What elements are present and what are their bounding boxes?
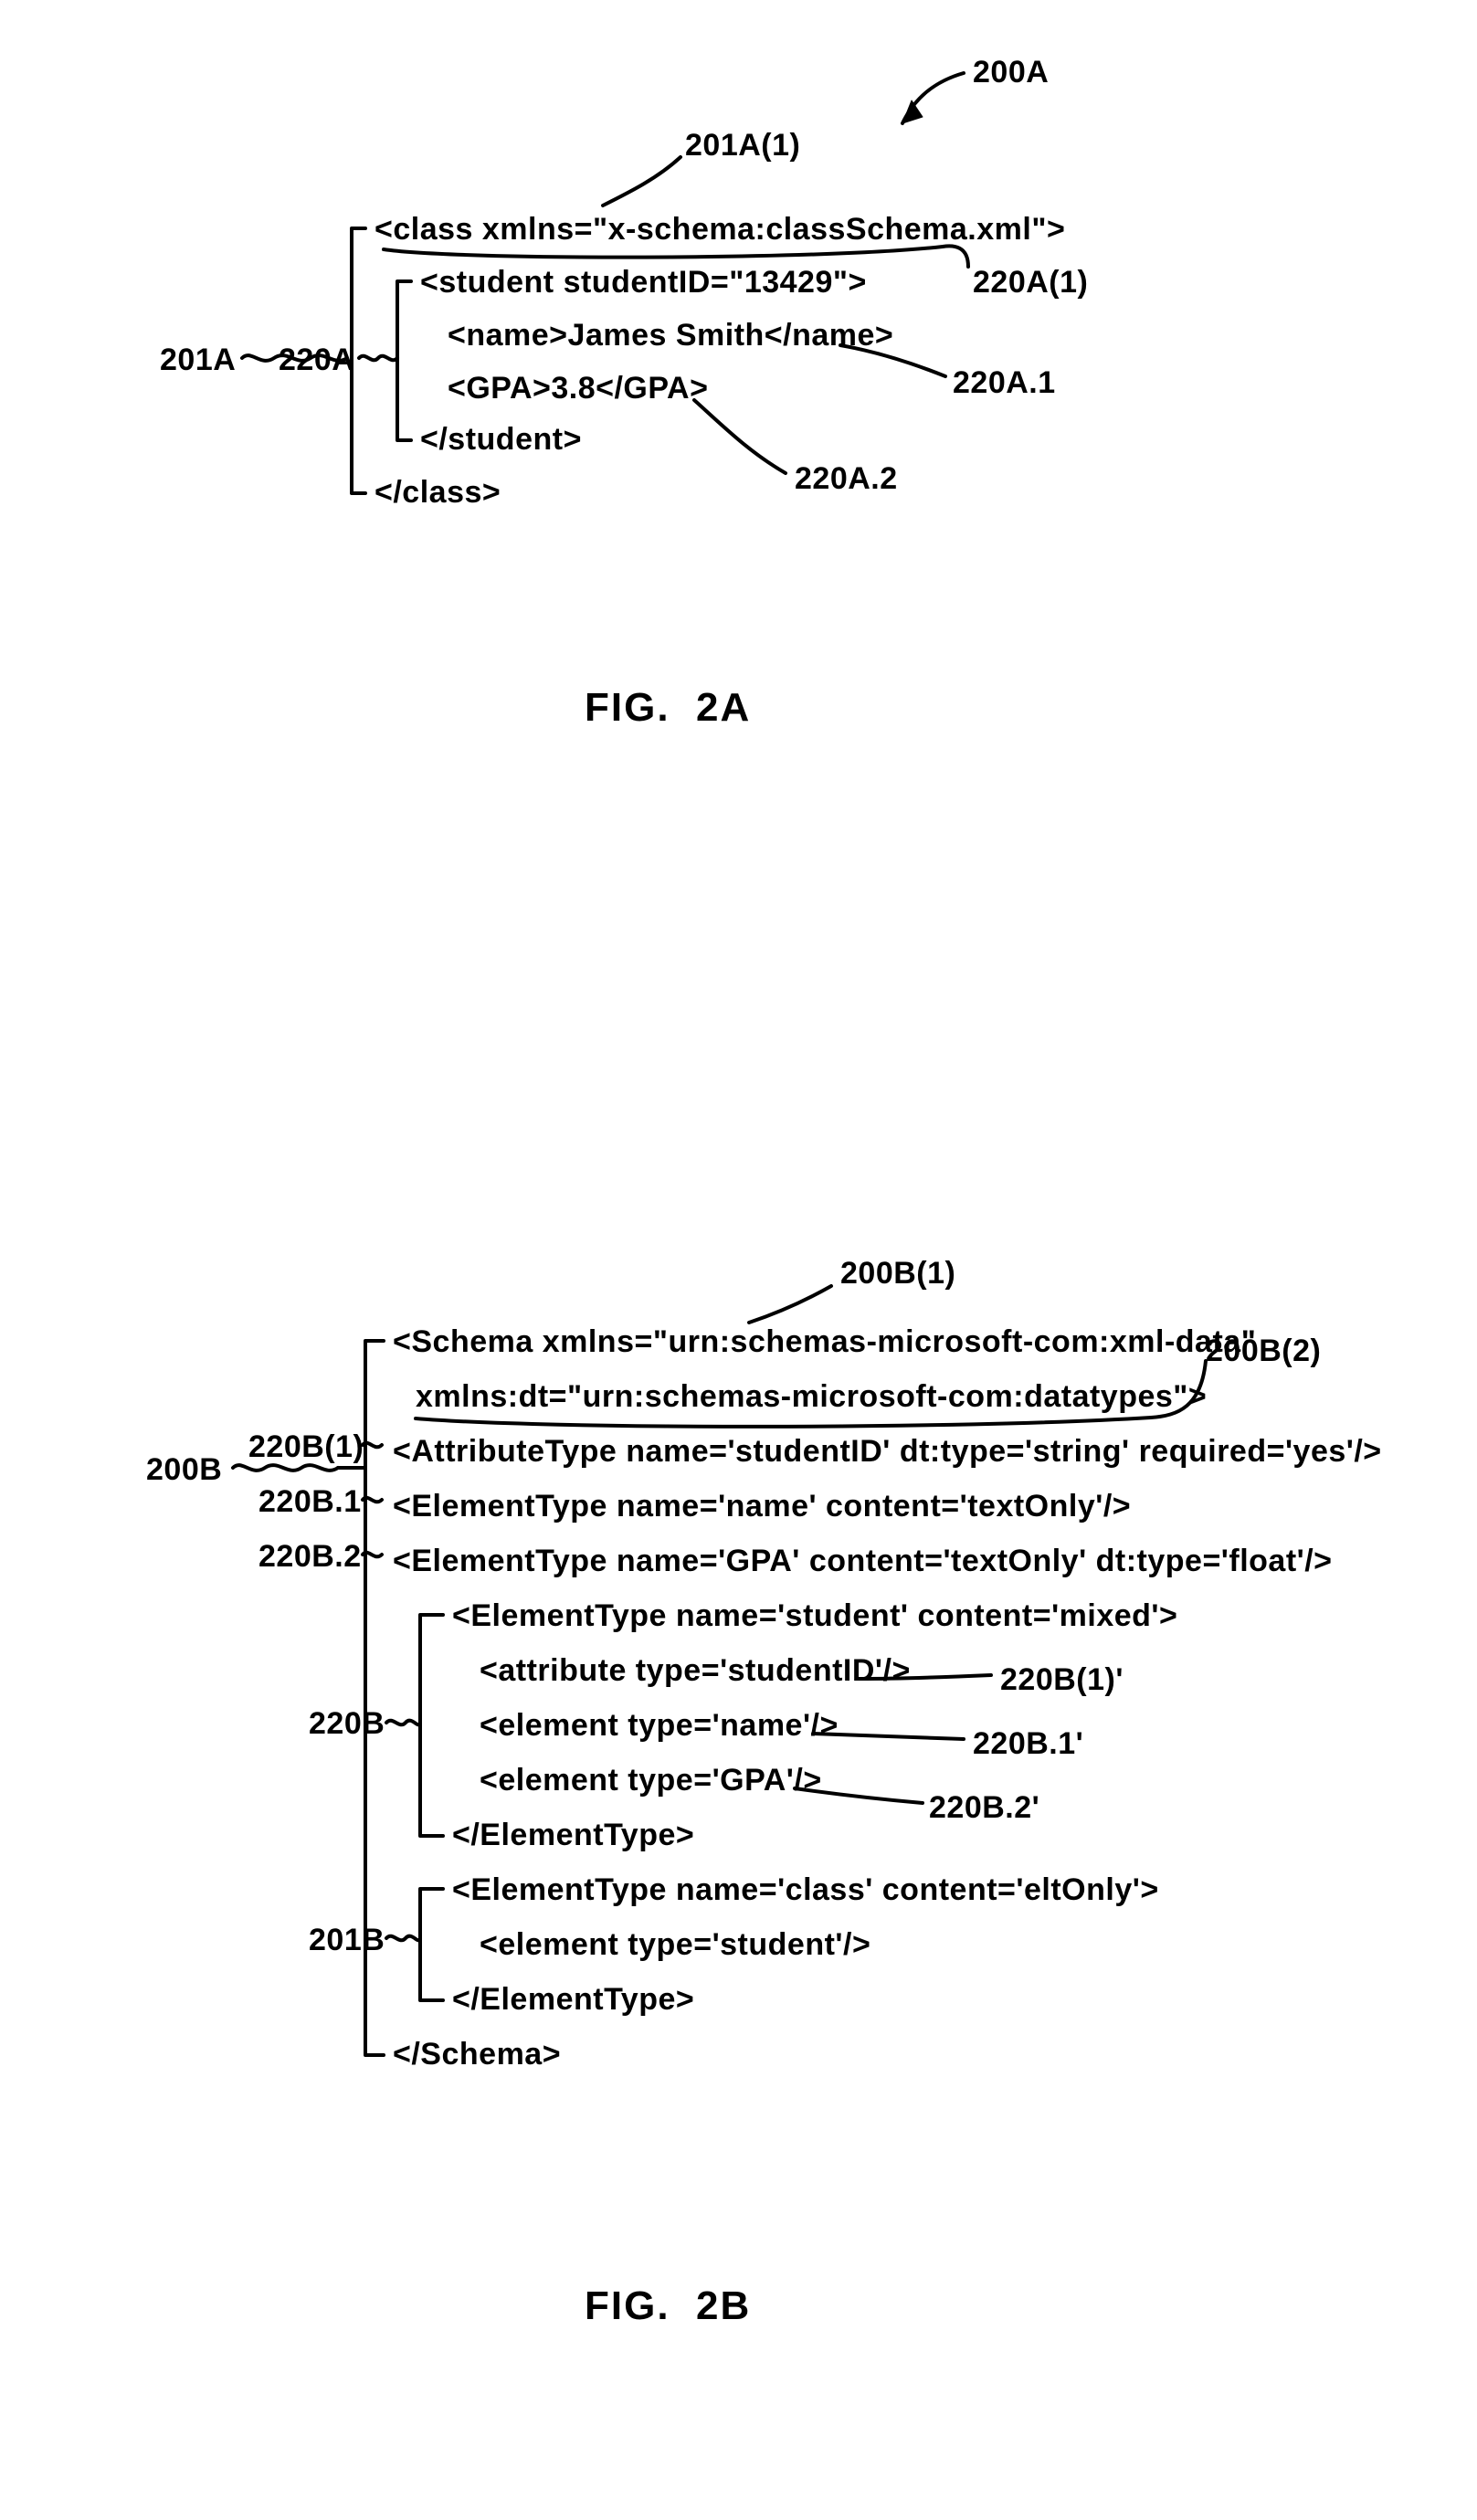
fig2a-line-name: <name>James Smith</name> <box>448 318 893 353</box>
label-200B: 200B <box>146 1452 222 1488</box>
fig2a-line-gpa: <GPA>3.8</GPA> <box>448 371 708 406</box>
label-220B1p: 220B(1) <box>248 1429 364 1465</box>
fig2a-line-class-open: <class xmlns="x-schema:classSchema.xml"> <box>375 212 1065 248</box>
fig2a-caption: FIG. 2A <box>585 685 751 731</box>
fig2b-line-attrtype: <AttributeType name='studentID' dt:type=… <box>393 1434 1382 1470</box>
label-220B.1: 220B.1 <box>258 1484 362 1520</box>
label-201B: 201B <box>309 1923 385 1958</box>
fig2b-line-elem-gpa: <ElementType name='GPA' content='textOnl… <box>393 1544 1333 1579</box>
label-200B2: 200B(2) <box>1206 1334 1321 1369</box>
label-220B: 220B <box>309 1706 385 1742</box>
fig2b-line-class-close: </ElementType> <box>452 1982 694 2018</box>
fig2b-line-student-open: <ElementType name='student' content='mix… <box>452 1598 1177 1634</box>
fig2b-line-schema-open1: <Schema xmlns="urn:schemas-microsoft-com… <box>393 1324 1256 1360</box>
label-200B1: 200B(1) <box>840 1256 955 1292</box>
label-220B.1': 220B.1' <box>973 1726 1083 1762</box>
fig2b-line-schema-open2: xmlns:dt="urn:schemas-microsoft-com:data… <box>416 1379 1207 1415</box>
label-201A1: 201A(1) <box>685 128 800 163</box>
fig2a-line-student-close: </student> <box>420 422 582 458</box>
fig2b-line-elem-ref-gpa: <element type='GPA'/> <box>480 1763 822 1798</box>
label-200A: 200A <box>973 55 1049 90</box>
label-220B1': 220B(1)' <box>1000 1662 1124 1698</box>
fig2b-line-elem-name: <ElementType name='name' content='textOn… <box>393 1489 1131 1524</box>
fig2b-line-attr-ref: <attribute type='studentID'/> <box>480 1653 911 1689</box>
fig2b-line-elem-ref-name: <element type='name'/> <box>480 1708 839 1744</box>
fig2a-line-class-close: </class> <box>375 475 501 511</box>
label-220A: 220A <box>279 343 354 378</box>
fig2b-line-schema-close: </Schema> <box>393 2037 561 2072</box>
fig2a-line-student-open: <student studentID="13429"> <box>420 265 867 301</box>
label-220A.1: 220A.1 <box>953 365 1056 401</box>
label-220B.2': 220B.2' <box>929 1790 1039 1826</box>
label-220B.2: 220B.2 <box>258 1539 362 1575</box>
diagram-page: <class xmlns="x-schema:classSchema.xml">… <box>0 0 1477 2520</box>
fig2b-line-class-open: <ElementType name='class' content='eltOn… <box>452 1872 1159 1908</box>
label-201A: 201A <box>160 343 236 378</box>
fig2b-line-elem-ref-stu: <element type='student'/> <box>480 1927 870 1963</box>
label-220A.2: 220A.2 <box>795 461 898 497</box>
label-220A1p: 220A(1) <box>973 265 1088 301</box>
fig2b-caption: FIG. 2B <box>585 2283 751 2329</box>
fig2b-line-student-close: </ElementType> <box>452 1818 694 1853</box>
